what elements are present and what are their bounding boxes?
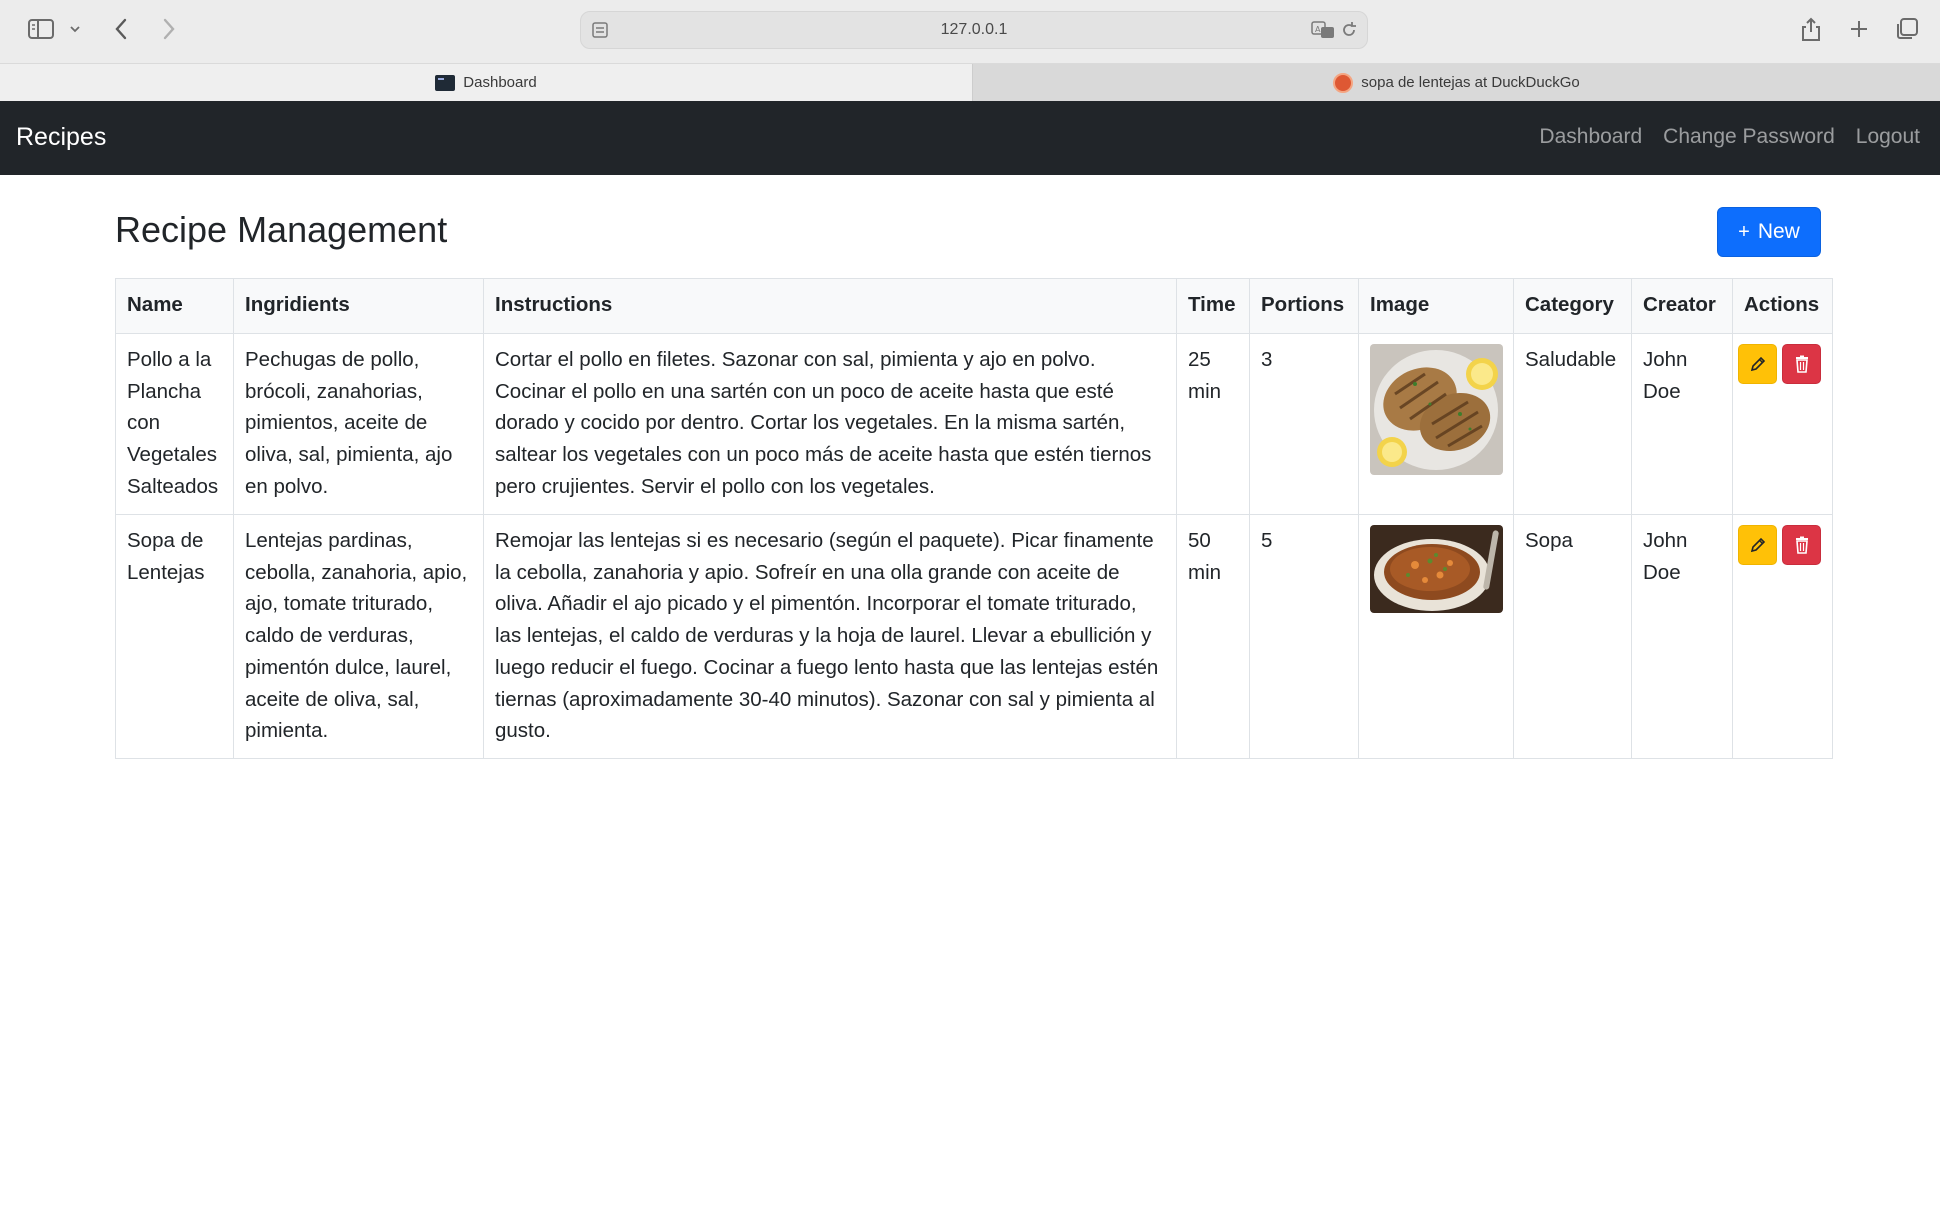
cell-image bbox=[1358, 333, 1514, 515]
cell-category: Sopa bbox=[1513, 514, 1632, 759]
pencil-icon bbox=[1750, 537, 1765, 553]
terminal-icon bbox=[435, 74, 456, 91]
back-icon[interactable] bbox=[106, 14, 136, 44]
header-creator: Creator bbox=[1631, 278, 1733, 334]
trash-icon bbox=[1795, 355, 1808, 373]
edit-button[interactable] bbox=[1738, 344, 1777, 384]
cell-creator: John Doe bbox=[1631, 333, 1733, 515]
cell-time: 25 min bbox=[1176, 333, 1250, 515]
cell-instructions: Cortar el pollo en filetes. Sazonar con … bbox=[483, 333, 1177, 515]
grilled-chicken-photo bbox=[1370, 344, 1503, 475]
cell-instructions: Remojar las lentejas si es necesario (se… bbox=[483, 514, 1177, 759]
navbar: Recipes Dashboard Change Password Logout bbox=[0, 101, 1940, 175]
tab-dashboard[interactable]: Dashboard bbox=[0, 64, 972, 101]
cell-actions bbox=[1732, 333, 1833, 515]
trash-icon bbox=[1795, 536, 1808, 554]
cell-portions: 3 bbox=[1249, 333, 1359, 515]
cell-category: Saludable bbox=[1513, 333, 1632, 515]
cell-time: 50 min bbox=[1176, 514, 1250, 759]
table-row: Pollo a la Plancha con Vegetales Saltead… bbox=[115, 333, 1833, 515]
nav-link-logout[interactable]: Logout bbox=[1856, 125, 1920, 149]
reload-icon[interactable] bbox=[1339, 20, 1359, 40]
navbar-links: Dashboard Change Password Logout bbox=[1539, 125, 1920, 149]
cell-image bbox=[1358, 514, 1514, 759]
pencil-icon bbox=[1750, 356, 1765, 372]
forward-icon[interactable] bbox=[154, 14, 184, 44]
nav-link-dashboard[interactable]: Dashboard bbox=[1539, 125, 1642, 149]
header-category: Category bbox=[1513, 278, 1632, 334]
nav-link-change-password[interactable]: Change Password bbox=[1663, 125, 1835, 149]
browser-toolbar: 127.0.0.1 A bbox=[0, 0, 1940, 63]
plus-icon[interactable] bbox=[1842, 14, 1876, 44]
cell-ingredients: Lentejas pardinas, cebolla, zanahoria, a… bbox=[233, 514, 484, 759]
cell-actions bbox=[1732, 514, 1833, 759]
edit-button[interactable] bbox=[1738, 525, 1777, 565]
delete-button[interactable] bbox=[1782, 525, 1821, 565]
row-actions bbox=[1738, 525, 1821, 565]
row-actions bbox=[1738, 344, 1821, 384]
sidebar-icon[interactable] bbox=[24, 14, 58, 44]
recipes-table: Name Ingridients Instructions Time Porti… bbox=[115, 278, 1833, 759]
tabs-overview-icon[interactable] bbox=[1890, 14, 1924, 44]
cell-creator: John Doe bbox=[1631, 514, 1733, 759]
header-ingredients: Ingridients bbox=[233, 278, 484, 334]
tab-title: Dashboard bbox=[463, 74, 537, 91]
recipes-table-wrapper: Name Ingridients Instructions Time Porti… bbox=[115, 278, 1833, 759]
share-icon[interactable] bbox=[1794, 14, 1828, 44]
delete-button[interactable] bbox=[1782, 344, 1821, 384]
lentil-soup-photo bbox=[1370, 525, 1503, 613]
cell-name: Pollo a la Plancha con Vegetales Saltead… bbox=[115, 333, 234, 515]
header-name: Name bbox=[115, 278, 234, 334]
address-url[interactable]: 127.0.0.1 bbox=[581, 21, 1367, 39]
svg-text:A: A bbox=[1315, 25, 1321, 34]
cell-name: Sopa de Lentejas bbox=[115, 514, 234, 759]
page-title: Recipe Management bbox=[115, 209, 448, 250]
new-button-label: New bbox=[1757, 220, 1800, 243]
cell-ingredients: Pechugas de pollo, brócoli, zanahorias, … bbox=[233, 333, 484, 515]
table-header-row: Name Ingridients Instructions Time Porti… bbox=[115, 278, 1833, 334]
duckduckgo-icon bbox=[1333, 72, 1354, 93]
translate-icon[interactable]: A bbox=[1311, 20, 1335, 40]
header-instructions: Instructions bbox=[483, 278, 1177, 334]
tab-title: sopa de lentejas at DuckDuckGo bbox=[1361, 74, 1580, 91]
cell-portions: 5 bbox=[1249, 514, 1359, 759]
header-portions: Portions bbox=[1249, 278, 1359, 334]
header-time: Time bbox=[1176, 278, 1250, 334]
address-bar[interactable]: 127.0.0.1 A bbox=[580, 11, 1368, 49]
navbar-brand[interactable]: Recipes bbox=[16, 123, 106, 152]
tab-bar: Dashboard sopa de lentejas at DuckDuckGo bbox=[0, 63, 1940, 101]
header-image: Image bbox=[1358, 278, 1514, 334]
header-actions: Actions bbox=[1732, 278, 1833, 334]
chevron-down-icon[interactable] bbox=[66, 14, 84, 44]
tab-duckduckgo[interactable]: sopa de lentejas at DuckDuckGo bbox=[972, 64, 1940, 101]
table-row: Sopa de Lentejas Lentejas pardinas, cebo… bbox=[115, 514, 1833, 759]
new-recipe-button[interactable]: + New bbox=[1717, 207, 1821, 257]
plus-icon: + bbox=[1738, 220, 1750, 243]
